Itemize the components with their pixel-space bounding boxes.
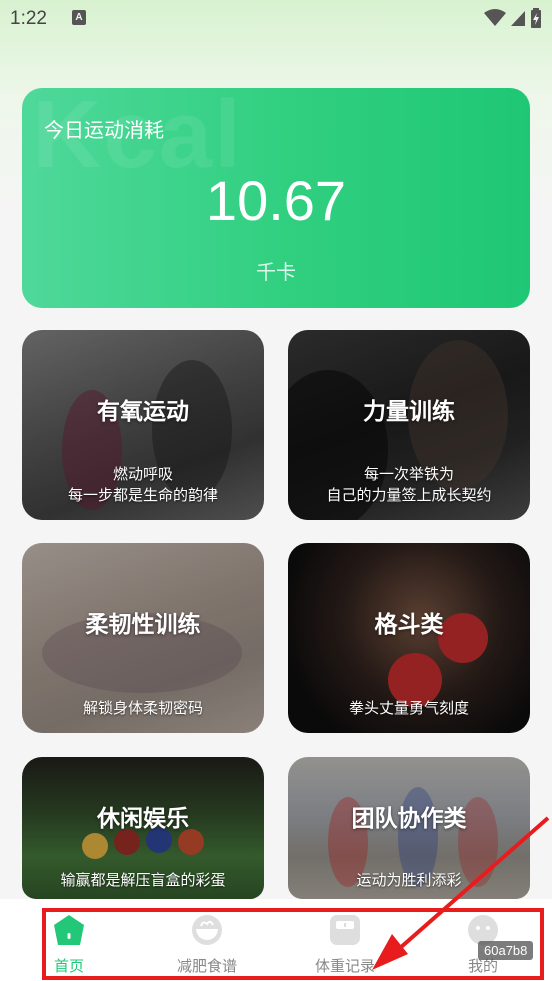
tab-profile[interactable]: 我的 [414, 899, 552, 981]
status-time: 1:22 [10, 8, 47, 29]
category-title: 力量训练 [363, 399, 455, 425]
category-title: 有氧运动 [97, 399, 189, 425]
tab-home[interactable]: 首页 [0, 899, 138, 981]
category-title: 格斗类 [374, 612, 444, 638]
category-card-leisure[interactable]: 休闲娱乐 输赢都是解压盲盒的彩蛋 [22, 757, 264, 899]
hero-title: 今日运动消耗 [44, 118, 164, 142]
category-card-strength[interactable]: 力量训练 每一次举铁为 自己的力量签上成长契约 [288, 330, 530, 520]
tab-diet-recipes[interactable]: 减肥食谱 [138, 899, 276, 981]
category-subtitle: 燃动呼吸 [112, 465, 173, 483]
tab-weight-record[interactable]: 体重记录 [276, 899, 414, 981]
category-subtitle: 运动为胜利添彩 [356, 871, 462, 889]
category-title: 休闲娱乐 [97, 806, 189, 832]
cellular-signal-icon [511, 11, 525, 26]
category-card-combat[interactable]: 格斗类 拳头丈量勇气刻度 [288, 543, 530, 733]
overlay-tag: 60a7b8 [478, 941, 534, 960]
wifi-icon [484, 9, 506, 26]
calories-value: 10.67 [205, 169, 347, 232]
home-icon [54, 915, 84, 945]
status-indicators [484, 8, 542, 28]
tab-label: 首页 [53, 957, 84, 975]
notification-icon: A [72, 10, 86, 25]
scale-icon [330, 915, 360, 945]
battery-icon [531, 8, 541, 28]
bowl-icon [192, 915, 222, 945]
category-subtitle: 解锁身体柔韧密码 [82, 699, 203, 717]
category-subtitle: 输赢都是解压盲盒的彩蛋 [60, 871, 226, 889]
today-calories-card: Kcal 今日运动消耗 10.67 千卡 [22, 88, 530, 308]
calories-unit: 千卡 [256, 260, 296, 284]
category-subtitle: 自己的力量签上成长契约 [326, 486, 492, 504]
bottom-tab-bar: 首页 减肥食谱 体重记录 我的 [0, 899, 552, 981]
category-subtitle: 拳头丈量勇气刻度 [348, 699, 469, 717]
tab-label: 减肥食谱 [176, 957, 237, 975]
category-subtitle: 每一步都是生命的韵律 [67, 486, 218, 504]
category-title: 团队协作类 [351, 806, 467, 832]
category-card-flexibility[interactable]: 柔韧性训练 解锁身体柔韧密码 [22, 543, 264, 733]
category-title: 柔韧性训练 [85, 612, 201, 638]
status-bar: 1:22 A [0, 0, 552, 40]
category-card-aerobic[interactable]: 有氧运动 燃动呼吸 每一步都是生命的韵律 [22, 330, 264, 520]
category-card-team[interactable]: 团队协作类 运动为胜利添彩 [288, 757, 530, 899]
category-subtitle: 每一次举铁为 [363, 465, 454, 483]
tab-label: 体重记录 [314, 957, 375, 975]
